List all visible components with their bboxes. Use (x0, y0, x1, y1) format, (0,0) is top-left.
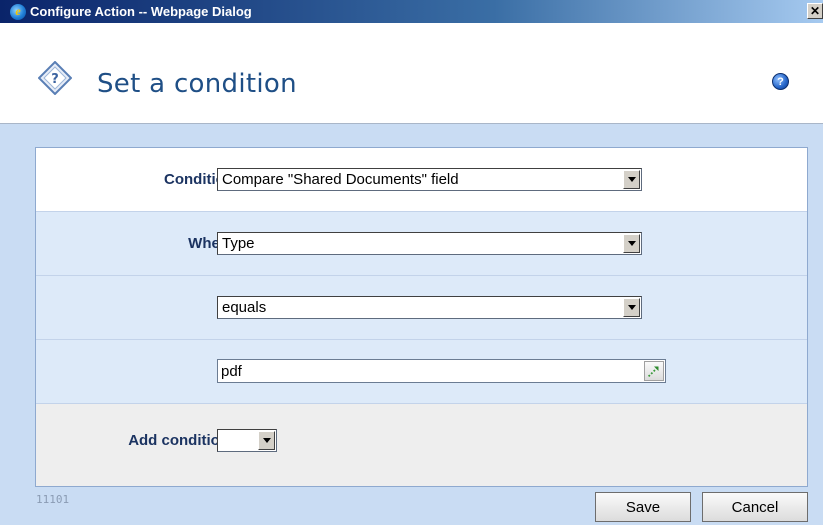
diamond-help-icon: ? (38, 61, 72, 95)
lookup-picker-icon[interactable] (644, 361, 664, 381)
save-button[interactable]: Save (595, 492, 691, 522)
title-bar: e Configure Action -- Webpage Dialog ✕ (0, 0, 823, 23)
condition-select[interactable]: Compare "Shared Documents" field (217, 168, 642, 191)
add-condition-row: Add condition: (36, 404, 807, 486)
condition-form: Condition Compare "Shared Documents" fie… (35, 147, 808, 487)
chevron-down-icon[interactable] (258, 431, 275, 450)
where-field-select[interactable]: Type (217, 232, 642, 255)
dialog-header: ? Set a condition ? (0, 23, 823, 124)
operator-select[interactable]: equals (217, 296, 642, 319)
dialog-window: e Configure Action -- Webpage Dialog ✕ ?… (0, 0, 823, 525)
operator-row: equals (36, 276, 807, 340)
chevron-down-icon[interactable] (623, 170, 640, 189)
where-row: Where Type (36, 212, 807, 276)
window-title: Configure Action -- Webpage Dialog (30, 4, 252, 19)
compare-value-text: pdf (221, 363, 242, 380)
close-button[interactable]: ✕ (807, 3, 823, 19)
svg-text:?: ? (51, 72, 59, 87)
footer-id: 11101 (36, 493, 70, 506)
condition-select-value: Compare "Shared Documents" field (222, 171, 459, 188)
compare-value-input[interactable]: pdf (217, 359, 666, 383)
page-title: Set a condition (97, 69, 297, 99)
where-field-select-value: Type (222, 235, 255, 252)
cancel-button[interactable]: Cancel (702, 492, 808, 522)
condition-row: Condition Compare "Shared Documents" fie… (36, 148, 807, 212)
ie-icon: e (10, 3, 26, 20)
help-icon[interactable]: ? (772, 73, 789, 90)
chevron-down-icon[interactable] (623, 234, 640, 253)
add-condition-select[interactable] (217, 429, 277, 452)
chevron-down-icon[interactable] (623, 298, 640, 317)
value-row: pdf (36, 340, 807, 404)
operator-select-value: equals (222, 299, 267, 316)
